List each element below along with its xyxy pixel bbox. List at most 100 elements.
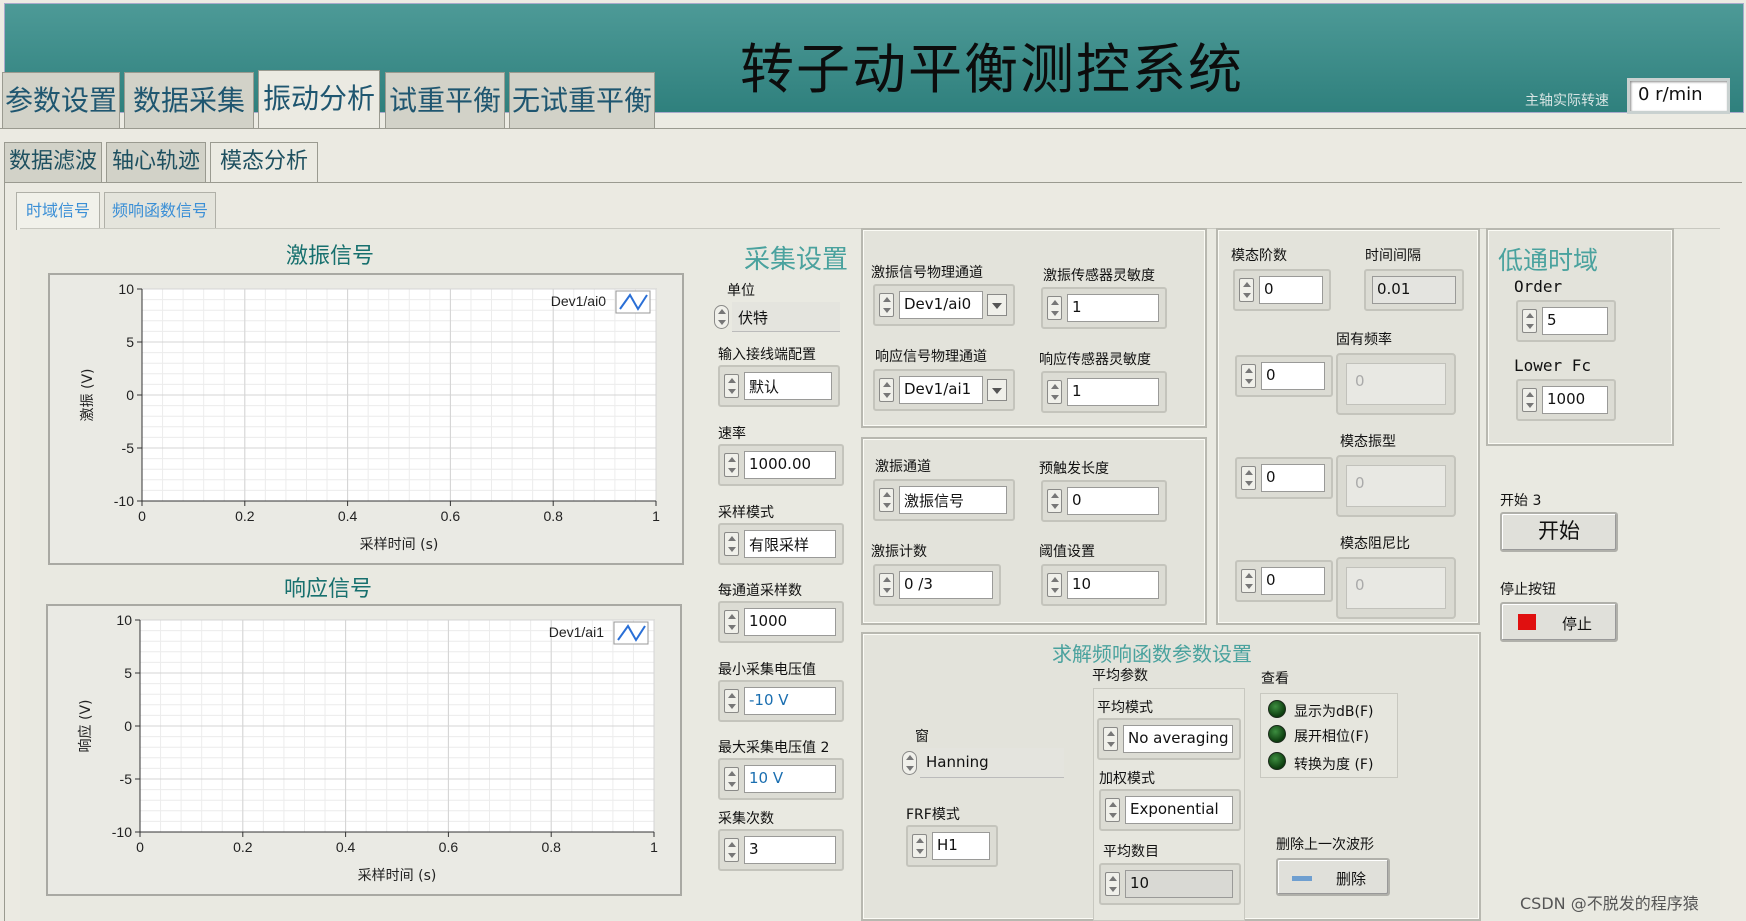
led-icon[interactable] — [1268, 700, 1286, 718]
spin-icon[interactable] — [724, 374, 739, 398]
min-voltage-value[interactable]: -10 V — [744, 687, 836, 715]
start-button[interactable]: 开始 — [1500, 512, 1618, 552]
acq-count-control[interactable]: 3 — [718, 829, 844, 871]
terminal-config-control[interactable]: 默认 — [718, 365, 840, 407]
response-sensitivity-control[interactable]: 1 — [1041, 371, 1167, 413]
spin-icon[interactable] — [1241, 569, 1256, 593]
pretrigger-control[interactable]: 0 — [1041, 480, 1167, 522]
rate-control[interactable]: 1000.00 — [718, 444, 844, 486]
spin-icon[interactable] — [1241, 466, 1256, 490]
max-voltage-control[interactable]: 10 V — [718, 758, 844, 800]
samples-per-channel-value[interactable]: 1000 — [744, 608, 836, 636]
tab-time-domain-signal[interactable]: 时域信号 — [16, 192, 100, 230]
weighting-mode-control[interactable]: Exponential — [1099, 789, 1241, 831]
delete-button[interactable]: 删除 — [1276, 858, 1390, 896]
sample-mode-control[interactable]: 有限采样 — [718, 523, 844, 565]
tab-vibration-analysis[interactable]: 振动分析 — [258, 70, 380, 130]
tab-no-trial-weight-balance[interactable]: 无试重平衡 — [509, 72, 655, 128]
window-selector[interactable]: Hanning — [902, 748, 1064, 778]
excitation-chart-title: 激振信号 — [285, 244, 374, 269]
response-physical-channel-control[interactable]: Dev1/ai1 — [873, 369, 1015, 411]
response-sensitivity-value[interactable]: 1 — [1067, 378, 1159, 406]
stop-button[interactable]: 停止 — [1500, 602, 1618, 642]
spin-icon[interactable] — [1241, 364, 1256, 388]
led-icon[interactable] — [1268, 725, 1286, 743]
averaging-count-control[interactable]: 10 — [1099, 863, 1241, 905]
sample-mode-value[interactable]: 有限采样 — [744, 530, 836, 558]
spin-icon[interactable] — [1047, 573, 1062, 597]
modal-order-value[interactable]: 0 — [1259, 276, 1323, 304]
lowpass-order-control[interactable]: 5 — [1516, 300, 1616, 342]
tab-data-acquisition[interactable]: 数据采集 — [124, 72, 254, 128]
excitation-sensitivity-value[interactable]: 1 — [1067, 294, 1159, 322]
spin-icon[interactable] — [1239, 278, 1254, 302]
spin-icon[interactable] — [1105, 798, 1120, 822]
natural-frequency-index[interactable]: 0 — [1235, 355, 1333, 397]
tab-parameter-settings[interactable]: 参数设置 — [2, 72, 120, 128]
excitation-physical-channel-value[interactable]: Dev1/ai0 — [899, 291, 983, 319]
y-tick-label: 5 — [124, 665, 132, 681]
averaging-count-value[interactable]: 10 — [1125, 870, 1233, 898]
min-voltage-control[interactable]: -10 V — [718, 680, 844, 722]
threshold-value[interactable]: 10 — [1067, 571, 1159, 599]
averaging-count-label: 平均数目 — [1103, 844, 1159, 860]
samples-per-channel-control[interactable]: 1000 — [718, 601, 844, 643]
tab-frf-signal[interactable]: 频响函数信号 — [104, 192, 216, 230]
terminal-config-value[interactable]: 默认 — [744, 372, 832, 400]
lowpass-fc-control[interactable]: 1000 — [1516, 379, 1616, 421]
lowpass-fc-value[interactable]: 1000 — [1542, 386, 1608, 414]
mode-shape-index[interactable]: 0 — [1235, 457, 1333, 499]
spin-icon[interactable] — [902, 751, 917, 775]
averaging-mode-control[interactable]: No averaging — [1097, 718, 1241, 760]
natural-frequency-index-value[interactable]: 0 — [1261, 362, 1325, 390]
spin-icon[interactable] — [1522, 388, 1537, 412]
x-tick-label: 0.4 — [338, 508, 358, 524]
tab-axis-orbit[interactable]: 轴心轨迹 — [106, 142, 206, 182]
spin-icon[interactable] — [724, 689, 739, 713]
led-icon[interactable] — [1268, 752, 1286, 770]
spin-icon[interactable] — [1522, 309, 1537, 333]
response-physical-channel-value[interactable]: Dev1/ai1 — [899, 376, 983, 404]
rate-value[interactable]: 1000.00 — [744, 451, 836, 479]
spin-icon[interactable] — [1105, 872, 1120, 896]
threshold-control[interactable]: 10 — [1041, 564, 1167, 606]
spin-icon[interactable] — [1047, 380, 1062, 404]
chevron-down-icon[interactable] — [987, 379, 1007, 401]
spin-icon[interactable] — [1047, 296, 1062, 320]
tab-modal-analysis[interactable]: 模态分析 — [210, 142, 318, 184]
lowpass-order-value[interactable]: 5 — [1542, 307, 1608, 335]
mode-shape-index-value[interactable]: 0 — [1261, 464, 1325, 492]
unit-selector[interactable]: 伏特 — [714, 302, 840, 332]
spin-icon[interactable] — [879, 488, 894, 512]
spin-icon[interactable] — [879, 573, 894, 597]
spin-icon[interactable] — [1103, 727, 1118, 751]
spin-icon[interactable] — [724, 610, 739, 634]
spin-icon[interactable] — [724, 838, 739, 862]
spin-icon[interactable] — [912, 834, 927, 858]
excitation-channel-value[interactable]: 激振信号 — [899, 486, 1007, 514]
chevron-down-icon[interactable] — [987, 294, 1007, 316]
frf-mode-control[interactable]: H1 — [906, 825, 998, 867]
excitation-count-value[interactable]: 0 /3 — [899, 571, 993, 599]
damping-ratio-index-value[interactable]: 0 — [1261, 567, 1325, 595]
excitation-channel-control[interactable]: 激振信号 — [873, 479, 1015, 521]
tab-trial-weight-balance[interactable]: 试重平衡 — [385, 72, 505, 128]
modal-order-control[interactable]: 0 — [1233, 269, 1331, 311]
frf-mode-value[interactable]: H1 — [932, 832, 990, 860]
spin-icon[interactable] — [724, 767, 739, 791]
max-voltage-value[interactable]: 10 V — [744, 765, 836, 793]
acq-count-value[interactable]: 3 — [744, 836, 836, 864]
excitation-sensitivity-control[interactable]: 1 — [1041, 287, 1167, 329]
averaging-mode-value[interactable]: No averaging — [1123, 725, 1233, 753]
weighting-mode-value[interactable]: Exponential — [1125, 796, 1233, 824]
spin-icon[interactable] — [1047, 489, 1062, 513]
damping-ratio-index[interactable]: 0 — [1235, 560, 1333, 602]
excitation-count-control[interactable]: 0 /3 — [873, 564, 1001, 606]
excitation-physical-channel-control[interactable]: Dev1/ai0 — [873, 284, 1015, 326]
x-axis-label: 采样时间 (s) — [360, 537, 439, 553]
tab-data-filter[interactable]: 数据滤波 — [4, 142, 102, 182]
spin-icon[interactable] — [724, 453, 739, 477]
unit-spin-icon[interactable] — [714, 305, 729, 329]
pretrigger-value[interactable]: 0 — [1067, 487, 1159, 515]
spin-icon[interactable] — [724, 532, 739, 556]
